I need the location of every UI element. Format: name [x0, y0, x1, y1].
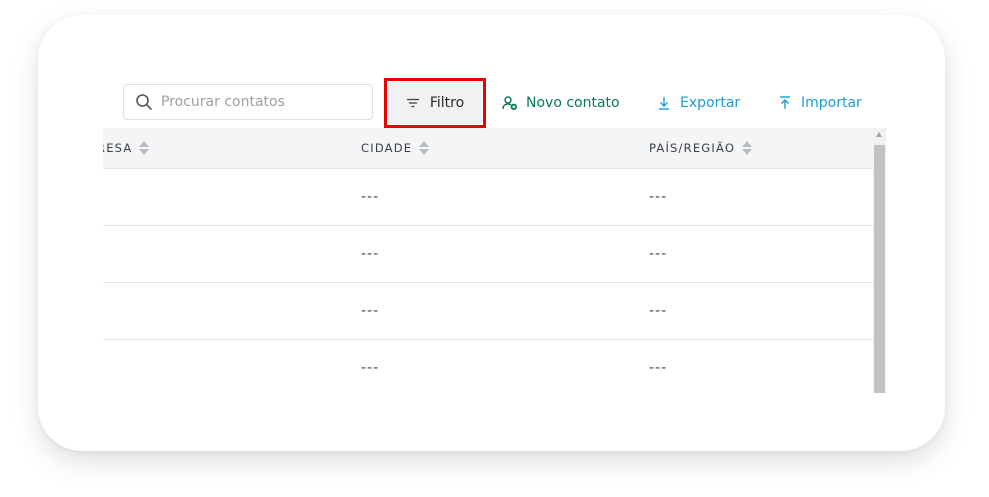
cell-cidade: --- [361, 359, 380, 376]
column-header-cidade[interactable]: CIDADE [361, 128, 430, 168]
download-icon [656, 95, 672, 111]
new-contact-label: Novo contato [526, 95, 620, 111]
add-user-icon [502, 95, 518, 111]
table-row[interactable]: --- --- [103, 282, 873, 340]
vertical-scrollbar[interactable] [873, 128, 886, 393]
column-header-pais-regiao[interactable]: PAÍS/REGIÃO [649, 128, 753, 168]
cell-pais-regiao: --- [649, 188, 668, 205]
cell-pais-regiao: --- [649, 359, 668, 376]
cell-pais-regiao: --- [649, 302, 668, 319]
import-label: Importar [801, 95, 862, 111]
filter-highlight-box [384, 78, 486, 128]
scroll-up-arrow-icon[interactable] [876, 132, 882, 137]
table-row[interactable]: --- --- [103, 225, 873, 283]
cell-pais-regiao: --- [649, 245, 668, 262]
sort-icon [139, 141, 150, 155]
column-header-empresa[interactable]: RESA [103, 128, 150, 168]
import-button[interactable]: Importar [777, 92, 862, 114]
export-label: Exportar [680, 95, 741, 111]
upload-icon [777, 95, 793, 111]
search-box[interactable] [123, 84, 373, 120]
sort-icon [419, 141, 430, 155]
cell-cidade: --- [361, 188, 380, 205]
export-button[interactable]: Exportar [656, 92, 740, 114]
new-contact-button[interactable]: Novo contato [502, 92, 620, 114]
sort-icon [742, 141, 753, 155]
table-header: RESA CIDADE PAÍS/REGIÃO [103, 128, 873, 169]
table-row[interactable]: --- --- [103, 339, 873, 393]
cell-cidade: --- [361, 302, 380, 319]
table-row[interactable]: --- --- [103, 168, 873, 226]
search-input[interactable] [161, 94, 351, 110]
contacts-table: RESA CIDADE PAÍS/REGIÃO --- --- --- --- … [103, 128, 886, 393]
cell-cidade: --- [361, 245, 380, 262]
search-icon [135, 93, 153, 111]
scrollbar-thumb[interactable] [874, 145, 885, 393]
